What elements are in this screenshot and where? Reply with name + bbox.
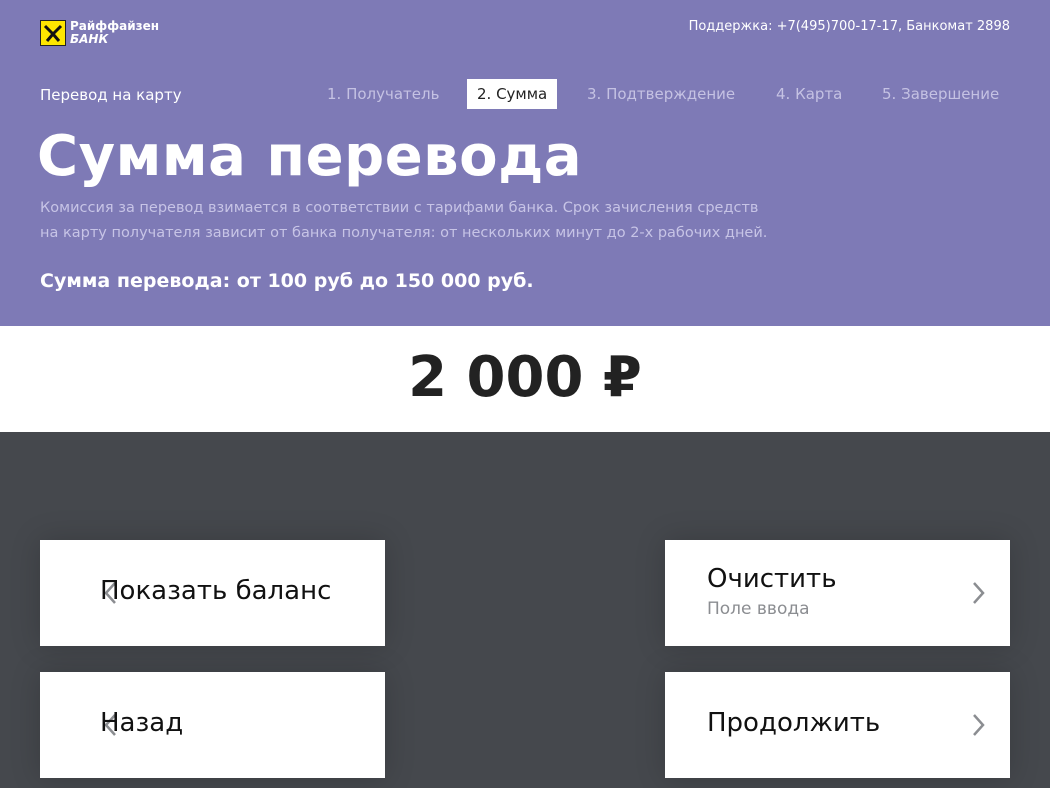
chevron-right-icon [973, 582, 985, 604]
amount-value: 2 000 ₽ [408, 345, 642, 410]
step-card: 4. Карта [776, 85, 843, 103]
back-button[interactable]: Назад [40, 672, 385, 778]
description-line: Комиссия за перевод взимается в соответс… [40, 200, 759, 216]
description-line: на карту получателя зависит от банка пол… [40, 225, 768, 241]
header: Райффайзен БАНК Поддержка: +7(495)700-17… [0, 0, 1050, 326]
continue-button[interactable]: Продолжить [665, 672, 1010, 778]
amount-limits: Сумма перевода: от 100 руб до 150 000 ру… [40, 270, 534, 292]
show-balance-button[interactable]: Показать баланс [40, 540, 385, 646]
clear-button[interactable]: Очистить Поле ввода [665, 540, 1010, 646]
step-amount: 2. Сумма [467, 79, 558, 109]
step-recipient: 1. Получатель [327, 85, 440, 103]
raiffeisen-logo-icon [40, 20, 66, 46]
logo-subtitle: БАНК [70, 32, 109, 46]
commission-description: Комиссия за перевод взимается в соответс… [40, 196, 830, 246]
continue-label: Продолжить [707, 708, 881, 738]
back-label: Назад [100, 708, 184, 738]
step-indicator: 1. Получатель 2. Сумма 3. Подтверждение … [310, 79, 1020, 109]
step-completion: 5. Завершение [882, 85, 1000, 103]
clear-sublabel: Поле ввода [707, 599, 810, 619]
chevron-right-icon [973, 714, 985, 736]
bank-logo: Райффайзен БАНК [40, 20, 159, 46]
page-title: Сумма перевода [37, 124, 583, 189]
show-balance-label: Показать баланс [100, 576, 332, 606]
breadcrumb: Перевод на карту [40, 86, 182, 104]
clear-label: Очистить [707, 564, 837, 594]
step-confirmation: 3. Подтверждение [587, 85, 736, 103]
support-info: Поддержка: +7(495)700-17-17, Банкомат 28… [688, 19, 1010, 34]
